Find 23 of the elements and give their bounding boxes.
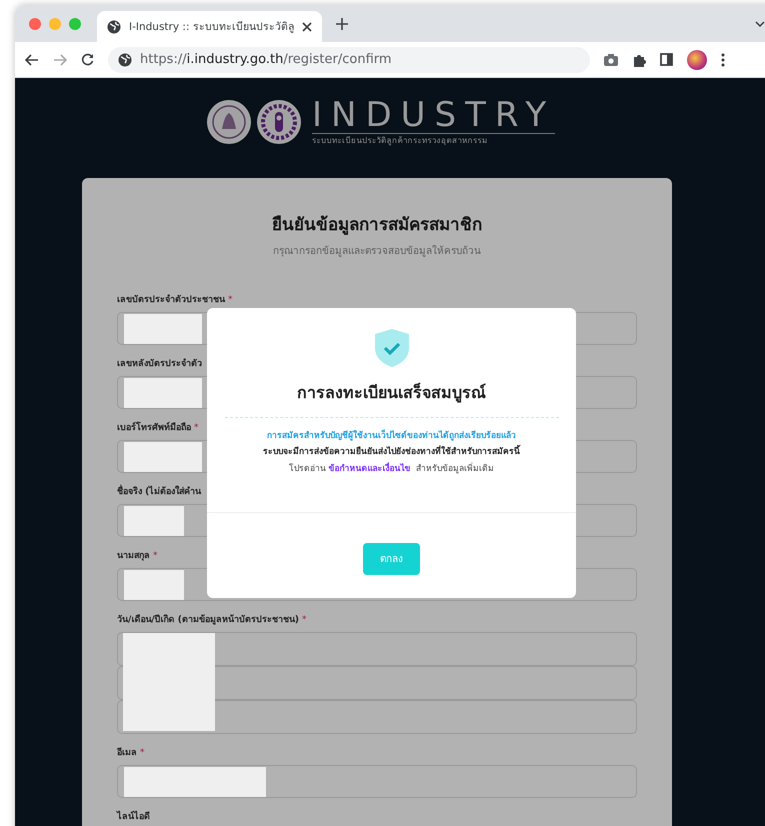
form-subtitle: กรุณากรอกข้อมูลและตรวจสอบข้อมูลให้ครบถ้วน xyxy=(272,244,482,258)
logo-subtitle: ระบบทะเบียนประวัติลูกค้ากระทรวงอุตสาหกรรม xyxy=(312,133,556,147)
form-title: ยืนยันข้อมูลการสมัครสมาชิก xyxy=(271,214,483,237)
field-label: เลขหลังบัตรประจำตัว xyxy=(117,358,202,371)
field-label: เลขบัตรประจำตัวประชาชน xyxy=(117,294,225,307)
url-text: https://i.industry.go.th/register/confirm xyxy=(140,52,392,67)
terms-message: โปรดอ่าน ข้อกำหนดและเงื่อนไข สำหรับข้อมูลเพิ่มเติม xyxy=(288,461,494,475)
required-mark: * xyxy=(140,747,144,760)
field-label: ชื่อจริง (ไม่ต้องใส่คำน xyxy=(117,486,202,499)
dialog-title: การลงทะเบียนเสร็จสมบูรณ์ xyxy=(297,382,486,405)
field-label: อีเมล xyxy=(117,747,137,760)
notice-message: ระบบจะมีการส่งข้อความยืนยันส่งไปยังช่องทางที่ใช้สำหรับการสมัครนี้ xyxy=(263,444,520,458)
logo-wordmark: INDUSTRY xyxy=(312,97,556,133)
success-message: การสมัครสำหรับบัญชีผู้ใช้งานเว็ปไซต์ของท่านได้ถูกส่งเรียบร้อยแล้ว xyxy=(267,428,516,442)
required-mark: * xyxy=(153,550,158,563)
required-mark: * xyxy=(194,422,198,435)
field-label: ไลน์ไอดี xyxy=(117,811,150,824)
field-label: วัน/เดือน/ปีเกิด (ตามข้อมูลหน้าบัตรประชาชน) xyxy=(117,614,299,627)
required-mark: * xyxy=(302,614,306,627)
field-label: เบอร์โทรศัพท์มือถือ xyxy=(117,422,191,435)
required-mark: * xyxy=(228,294,232,307)
field-label: นามสกุล xyxy=(117,550,150,563)
tab-title: I-Industry :: ระบบทะเบียนประวัติลู xyxy=(129,20,294,35)
